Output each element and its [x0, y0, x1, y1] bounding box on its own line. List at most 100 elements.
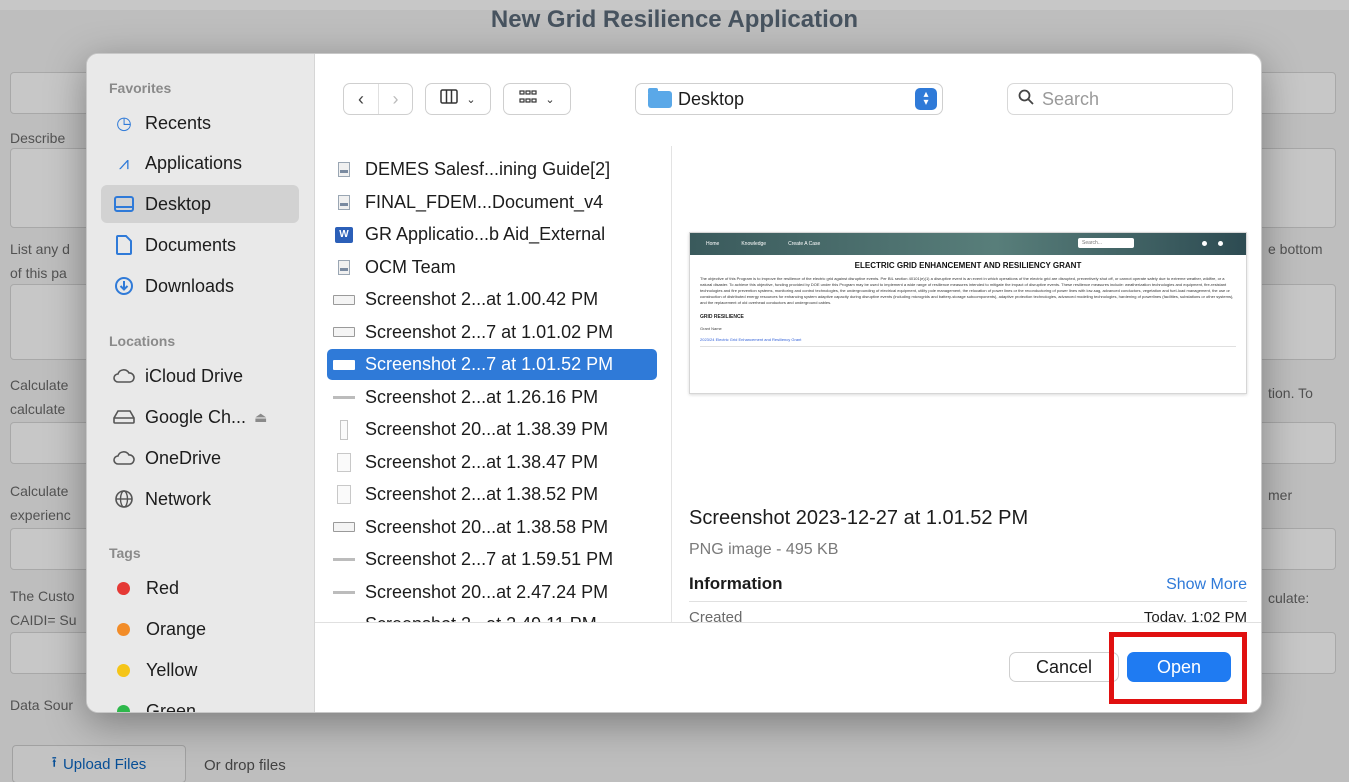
preview-info-title: Information — [689, 574, 783, 593]
file-row[interactable]: Screenshot 2...7 at 1.59.51 PM — [327, 544, 657, 575]
file-row[interactable]: Screenshot 20...at 1.38.39 PM — [327, 414, 657, 445]
sidebar-item-desktop[interactable]: Desktop — [101, 185, 299, 223]
sidebar-item-label: Downloads — [145, 275, 235, 296]
file-icon-shape — [333, 590, 355, 594]
group-by-button[interactable]: ⌄ — [503, 83, 571, 115]
thumb-grant-label: Grant Name — [700, 326, 722, 331]
sidebar-item-label: Google Ch... — [145, 406, 247, 427]
sidebar-item-label: Applications — [145, 152, 243, 173]
forward-button[interactable]: › — [378, 84, 412, 114]
preview-thumbnail: Home Knowledge Create A Case Search... E… — [689, 232, 1247, 394]
file-name: GR Applicatio...b Aid_External — [365, 224, 606, 244]
file-icon-shape — [337, 452, 351, 472]
file-icon-shape — [338, 259, 350, 275]
cloud-icon — [113, 365, 135, 387]
preview-file-kind: PNG image - 495 KB — [689, 541, 839, 558]
download-icon — [113, 275, 135, 297]
sidebar-item-documents[interactable]: Documents — [101, 226, 299, 264]
file-row[interactable]: DEMES Salesf...ining Guide[2] — [327, 154, 657, 185]
file-row[interactable]: Screenshot 2...at 1.26.16 PM — [327, 382, 657, 413]
sidebar-item-tag-green[interactable]: Green — [101, 692, 299, 713]
pdf-file-icon — [333, 191, 355, 213]
back-button[interactable]: ‹ — [344, 84, 378, 114]
dialog-toolbar: ‹ › ⌄ ⌄ Desktop ▴ ▾ — [315, 54, 1261, 146]
file-row[interactable]: W GR Applicatio...b Aid_External — [327, 219, 657, 250]
search-input[interactable] — [1042, 88, 1222, 110]
image-file-icon — [333, 581, 355, 603]
thumb-nav: Home Knowledge Create A Case Search... — [690, 233, 1246, 255]
sidebar-item-recents[interactable]: ◷ Recents — [101, 104, 299, 142]
sidebar-section-locations: Locations — [109, 333, 176, 349]
file-row[interactable]: Screenshot 2...7 at 1.01.02 PM — [327, 317, 657, 348]
location-label: Desktop — [678, 88, 745, 109]
sidebar-item-applications[interactable]: ⩘ Applications — [101, 144, 299, 182]
clock-icon: ◷ — [116, 112, 132, 133]
search-icon — [1018, 89, 1034, 110]
applications-icon: ⩘ — [118, 152, 130, 173]
cloud-icon — [113, 447, 135, 469]
file-name: FINAL_FDEM...Document_v4 — [365, 191, 604, 212]
search-field[interactable] — [1007, 83, 1233, 115]
file-name: Screenshot 2...7 at 1.01.02 PM — [365, 321, 614, 342]
folder-icon — [648, 87, 672, 108]
sidebar-item-tag-red[interactable]: Red — [101, 569, 299, 607]
file-row[interactable]: Screenshot 20...at 1.38.58 PM — [327, 512, 657, 543]
file-row[interactable]: Screenshot 2...at 2.49.11 PM — [327, 609, 657, 622]
thumb-search: Search... — [1078, 238, 1134, 248]
columns-icon — [440, 89, 459, 109]
file-row[interactable]: OCM Team — [327, 252, 657, 283]
sidebar-item-label: Recents — [145, 112, 212, 133]
stepper-chevrons-icon: ▴ ▾ — [915, 88, 937, 110]
sidebar-item-label: Green — [146, 700, 197, 713]
cancel-button[interactable]: Cancel — [1009, 652, 1119, 682]
file-name: Screenshot 20...at 1.38.39 PM — [365, 419, 609, 439]
file-name: Screenshot 2...at 1.26.16 PM — [365, 386, 599, 407]
thumb-bell-icon — [1202, 241, 1207, 246]
file-row[interactable]: Screenshot 2...at 1.38.47 PM — [327, 447, 657, 478]
file-row[interactable]: FINAL_FDEM...Document_v4 — [327, 187, 657, 218]
sidebar-section-tags: Tags — [109, 545, 141, 561]
thumb-subtitle: GRID RESILIENCE — [700, 314, 744, 320]
image-file-icon — [333, 419, 355, 441]
thumb-body: The objective of this Program is to impr… — [700, 276, 1234, 305]
view-mode-button[interactable]: ⌄ — [425, 83, 491, 115]
thumb-title: ELECTRIC GRID ENHANCEMENT AND RESILIENCY… — [854, 261, 1082, 270]
file-row[interactable]: Screenshot 20...at 2.47.24 PM — [327, 577, 657, 608]
file-row[interactable]: Screenshot 2...at 1.00.42 PM — [327, 284, 657, 315]
thumb-nav-home: Home — [706, 241, 720, 247]
sidebar-item-label: Red — [146, 577, 180, 598]
thumb-nav-create-case: Create A Case — [788, 241, 821, 247]
eject-icon[interactable]: ⏏ — [254, 409, 267, 426]
thumb-divider — [700, 346, 1236, 347]
drive-icon — [113, 406, 135, 428]
sidebar-item-label: Orange — [146, 618, 207, 639]
back-forward-buttons: ‹ › — [343, 83, 413, 115]
file-icon-shape — [333, 327, 355, 337]
location-popup[interactable]: Desktop ▴ ▾ — [635, 83, 943, 115]
show-more-link[interactable]: Show More — [1166, 576, 1247, 594]
image-file-icon — [333, 386, 355, 408]
sidebar-item-google-drive[interactable]: Google Ch... ⏏ — [101, 398, 299, 436]
created-value: Today, 1:02 PM — [1143, 609, 1247, 622]
thumb-nav-knowledge: Knowledge — [741, 241, 767, 247]
sidebar-section-favorites: Favorites — [109, 80, 172, 96]
sidebar-item-icloud-drive[interactable]: iCloud Drive — [101, 357, 299, 395]
file-row[interactable]: Screenshot 2...7 at 1.01.52 PM — [327, 349, 657, 380]
sidebar-item-network[interactable]: Network — [101, 480, 299, 518]
file-row[interactable]: Screenshot 2...at 1.38.52 PM — [327, 479, 657, 510]
preview-file-name: Screenshot 2023-12-27 at 1.01.52 PM — [689, 507, 1029, 529]
sidebar-item-label: OneDrive — [145, 447, 222, 468]
thumb-grant-link: 2023/24 Electric Grid Enhancement and Re… — [700, 337, 802, 342]
sidebar-item-tag-orange[interactable]: Orange — [101, 610, 299, 648]
sidebar-item-tag-yellow[interactable]: Yellow — [101, 651, 299, 689]
grid-icon — [519, 89, 537, 109]
file-icon-shape — [333, 395, 355, 399]
image-file-icon — [333, 614, 355, 623]
sidebar-item-downloads[interactable]: Downloads — [101, 267, 299, 305]
file-name: OCM Team — [365, 256, 456, 277]
sidebar-item-onedrive[interactable]: OneDrive — [101, 439, 299, 477]
file-icon-shape — [338, 194, 350, 210]
file-name: Screenshot 20...at 1.38.58 PM — [365, 516, 609, 537]
file-name: Screenshot 2...7 at 1.01.52 PM — [365, 354, 614, 374]
image-file-icon — [333, 321, 355, 343]
